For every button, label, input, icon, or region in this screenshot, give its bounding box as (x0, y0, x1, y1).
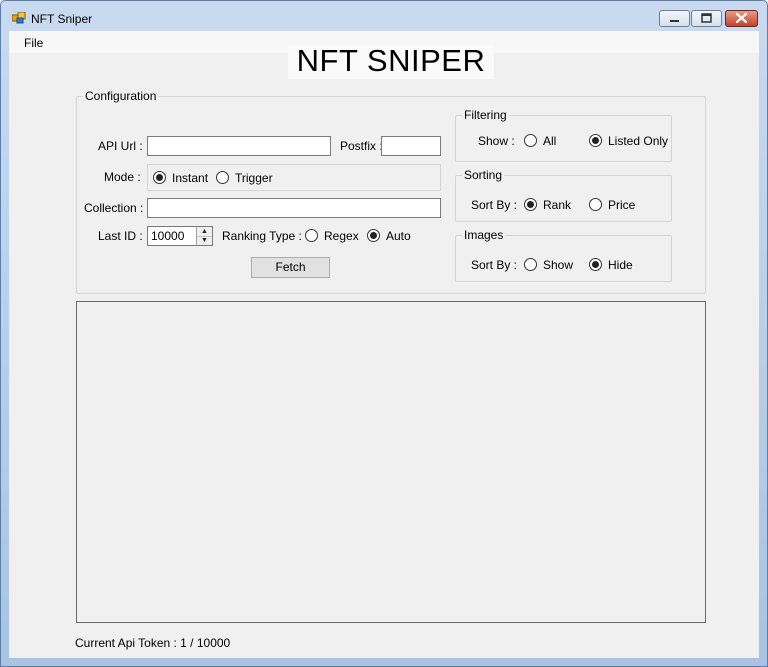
images-hide-label[interactable]: Hide (608, 258, 633, 272)
last-id-stepper[interactable]: 10000 ▲ ▼ (147, 226, 213, 246)
api-url-input[interactable] (147, 136, 331, 156)
filtering-show-label: Show : (478, 134, 515, 148)
configuration-group-label: Configuration (83, 89, 159, 103)
postfix-input[interactable] (381, 136, 441, 156)
images-show-label[interactable]: Show (543, 258, 573, 272)
filter-listed-only-radio[interactable] (589, 134, 602, 147)
results-panel[interactable] (76, 301, 706, 623)
filtering-group-label: Filtering (462, 108, 509, 122)
filter-all-label[interactable]: All (543, 134, 556, 148)
app-icon (12, 12, 26, 24)
window-title: NFT Sniper (31, 12, 93, 26)
mode-instant-radio[interactable] (153, 171, 166, 184)
ranking-type-label: Ranking Type : (222, 229, 302, 243)
minimize-icon (670, 20, 679, 22)
client-area: File NFT SNIPER Configuration API Url : … (9, 31, 759, 658)
sort-price-label[interactable]: Price (608, 198, 635, 212)
filter-all-radio[interactable] (524, 134, 537, 147)
app-window: NFT Sniper File NFT SNIPER Configuration (0, 0, 768, 667)
images-hide-radio[interactable] (589, 258, 602, 271)
sorting-sort-by-label: Sort By : (471, 198, 518, 212)
page-title: NFT SNIPER (296, 43, 486, 78)
stepper-down-button[interactable]: ▼ (197, 236, 212, 245)
last-id-value[interactable]: 10000 (151, 229, 184, 243)
api-url-label: API Url : (98, 139, 143, 153)
maximize-button[interactable] (691, 10, 722, 27)
title-bar[interactable]: NFT Sniper (1, 1, 767, 31)
mode-trigger-radio[interactable] (216, 171, 229, 184)
maximize-icon (701, 13, 712, 23)
images-group-label: Images (462, 228, 506, 242)
sort-rank-radio[interactable] (524, 198, 537, 211)
mode-label: Mode : (104, 170, 141, 184)
ranking-auto-radio[interactable] (367, 229, 380, 242)
minimize-button[interactable] (659, 10, 690, 27)
menu-item-file[interactable]: File (24, 36, 43, 50)
ranking-auto-label[interactable]: Auto (386, 229, 411, 243)
images-sort-by-label: Sort By : (471, 258, 518, 272)
postfix-label: Postfix : (340, 139, 383, 153)
ranking-regex-label[interactable]: Regex (324, 229, 359, 243)
mode-instant-label[interactable]: Instant (172, 171, 208, 185)
collection-input[interactable] (147, 198, 441, 218)
mode-trigger-label[interactable]: Trigger (235, 171, 273, 185)
status-text: Current Api Token : 1 / 10000 (75, 636, 231, 650)
fetch-button[interactable]: Fetch (251, 257, 330, 278)
ranking-regex-radio[interactable] (305, 229, 318, 242)
images-show-radio[interactable] (524, 258, 537, 271)
sorting-group-label: Sorting (462, 168, 505, 182)
collection-label: Collection : (84, 201, 144, 215)
sort-price-radio[interactable] (589, 198, 602, 211)
filter-listed-only-label[interactable]: Listed Only (608, 134, 668, 148)
close-icon (735, 12, 748, 24)
last-id-label: Last ID : (98, 229, 143, 243)
close-button[interactable] (725, 10, 758, 27)
stepper-buttons: ▲ ▼ (196, 227, 212, 245)
sort-rank-label[interactable]: Rank (543, 198, 571, 212)
